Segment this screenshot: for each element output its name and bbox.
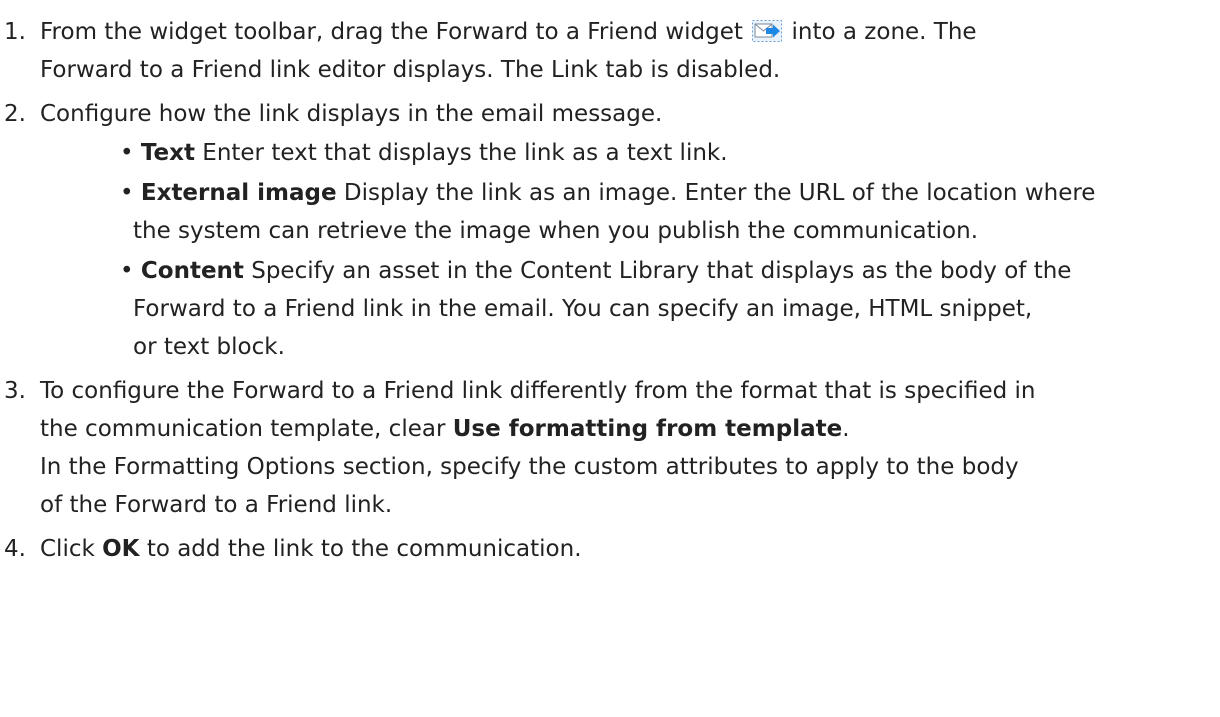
bullet-description: Enter text that displays the link as a t…: [202, 140, 728, 166]
bullet-content-line-3: or text block.: [133, 334, 285, 360]
bullet-term: Text: [140, 140, 195, 166]
option-name: Use formatting from template: [452, 416, 843, 442]
bullet-term: External image: [140, 180, 337, 206]
step-2-line-1: Configure how the link displays in the e…: [40, 101, 663, 127]
step-text: the communication template, clear: [40, 416, 446, 442]
step-text: From the widget toolbar, drag the Forwar…: [40, 19, 743, 45]
step-number: 3.: [4, 378, 26, 404]
bullet-content: • Content Specify an asset in the Conten…: [120, 252, 1071, 290]
step-3-line-3: In the Formatting Options section, speci…: [40, 454, 1019, 480]
step-text: to add the link to the communication.: [146, 536, 582, 562]
bullet-text: • Text Enter text that displays the link…: [120, 134, 728, 172]
step-1-line-2: Forward to a Friend link editor displays…: [40, 57, 781, 83]
step-text: into a zone. The: [791, 19, 977, 45]
bullet-description: Specify an asset in the Content Library …: [251, 258, 1072, 284]
step-number: 2.: [4, 101, 26, 127]
bullet-description: Display the link as an image. Enter the …: [343, 180, 1096, 206]
bullet-external-image-line-2: the system can retrieve the image when y…: [133, 218, 979, 244]
step-text: .: [842, 416, 850, 442]
bullet-content-line-2: Forward to a Friend link in the email. Y…: [133, 296, 1033, 322]
step-3-line-4: of the Forward to a Friend link.: [40, 492, 393, 518]
bullet-external-image: • External image Display the link as an …: [120, 174, 1095, 212]
forward-to-friend-icon: [752, 16, 783, 42]
step-number: 4.: [4, 536, 26, 562]
step-1-line-1: From the widget toolbar, drag the Forwar…: [40, 13, 977, 51]
step-text: Click: [40, 536, 95, 562]
button-name: OK: [102, 536, 140, 562]
bullet-marker: •: [120, 180, 134, 206]
step-3-line-2: the communication template, clear Use fo…: [40, 410, 850, 448]
step-number: 1.: [4, 19, 26, 45]
step-3-line-1: To configure the Forward to a Friend lin…: [40, 378, 1036, 404]
bullet-term: Content: [140, 258, 244, 284]
bullet-marker: •: [120, 140, 134, 166]
step-4-line-1: Click OK to add the link to the communic…: [40, 530, 582, 568]
bullet-marker: •: [120, 258, 134, 284]
